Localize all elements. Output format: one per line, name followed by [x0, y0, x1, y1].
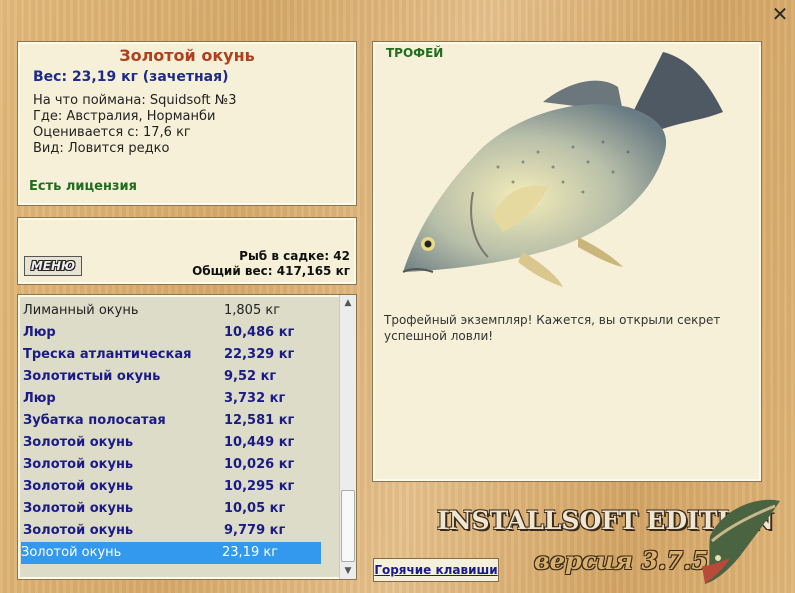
catch-name: Золотой окунь [23, 479, 134, 494]
catch-name: Золотой окунь [23, 457, 134, 472]
fish-info-panel: Золотой окунь Вес: 23,19 кг (зачетная) Н… [17, 41, 357, 206]
keepnet-panel: МЕНЮ Рыб в садке: 42 Общий вес: 417,165 … [17, 217, 357, 285]
catch-name: Золотистый окунь [23, 369, 161, 384]
hotkeys-button[interactable]: Горячие клавиши [373, 558, 499, 582]
catch-row[interactable]: Зубатка полосатая 12,581 кг [23, 410, 318, 432]
trophy-panel: ТРОФЕЙ Трофейный экземпляр! Кажется, вы … [372, 41, 762, 482]
catch-row[interactable]: Золотистый окунь 9,52 кг [23, 366, 318, 388]
catch-name: Люр [23, 325, 56, 340]
total-weight: Общий вес: 417,165 кг [192, 264, 350, 278]
catch-name: Зубатка полосатая [23, 413, 166, 428]
selected-catch-row[interactable]: Золотой окунь 23,19 кг [21, 542, 321, 564]
catch-name: Треска атлантическая [23, 347, 192, 362]
catch-name: Золотой окунь [21, 545, 122, 560]
catch-weight: 12,581 кг [224, 413, 295, 428]
catch-weight: 10,486 кг [224, 325, 295, 340]
catch-name: Золотой окунь [23, 501, 134, 516]
catch-weight: 10,05 кг [224, 501, 286, 516]
catch-name: Золотой окунь [23, 523, 134, 538]
fish-title: Золотой окунь [119, 46, 255, 65]
catch-name: Лиманный окунь [23, 303, 139, 318]
fish-image [402, 52, 723, 287]
close-icon[interactable]: ✕ [770, 4, 790, 24]
menu-button[interactable]: МЕНЮ [24, 256, 82, 276]
fish-weight: Вес: 23,19 кг (зачетная) [33, 69, 229, 85]
catch-weight: 22,329 кг [224, 347, 295, 362]
catch-row[interactable]: Золотой окунь 9,779 кг [23, 520, 318, 542]
catch-name: Золотой окунь [23, 435, 134, 450]
value-info: Оценивается с: 17,6 кг [33, 125, 191, 140]
catch-row[interactable]: Люр 3,732 кг [23, 388, 318, 410]
scroll-down-icon[interactable]: ▼ [340, 563, 356, 579]
catch-weight: 1,805 кг [224, 303, 281, 318]
catch-row[interactable]: Треска атлантическая 22,329 кг [23, 344, 318, 366]
catch-weight: 10,449 кг [224, 435, 295, 450]
fish-count: Рыб в садке: 42 [239, 249, 350, 263]
catch-list: Лиманный окунь 1,805 кг Люр 10,486 кг Треска… [17, 294, 357, 580]
version-label: версия 3.7.5 [534, 546, 709, 575]
catch-row[interactable]: Лиманный окунь 1,805 кг [23, 300, 318, 322]
bait-info: На что поймана: Squidsoft №3 [33, 93, 237, 108]
catch-weight: 10,295 кг [224, 479, 295, 494]
catch-row[interactable]: Золотой окунь 10,026 кг [23, 454, 318, 476]
catch-row[interactable]: Золотой окунь 10,449 кг [23, 432, 318, 454]
scroll-thumb[interactable] [341, 490, 355, 562]
location-info: Где: Австралия, Норманби [33, 109, 216, 124]
scrollbar[interactable]: ▲ ▼ [339, 295, 356, 579]
pike-logo-icon [702, 499, 780, 584]
catch-weight: 9,779 кг [224, 523, 286, 538]
scroll-up-icon[interactable]: ▲ [340, 295, 356, 311]
catch-row[interactable]: Золотой окунь 10,05 кг [23, 498, 318, 520]
license-status: Есть лицензия [29, 179, 137, 194]
catch-weight: 3,732 кг [224, 391, 286, 406]
kind-info: Вид: Ловится редко [33, 141, 170, 156]
catch-row[interactable]: Золотой окунь 10,295 кг [23, 476, 318, 498]
catch-name: Люр [23, 391, 56, 406]
catch-weight: 9,52 кг [224, 369, 277, 384]
catch-weight: 23,19 кг [222, 545, 279, 560]
catch-weight: 10,026 кг [224, 457, 295, 472]
catch-row[interactable]: Люр 10,486 кг [23, 322, 318, 344]
trophy-description: Трофейный экземпляр! Кажется, вы открыли… [384, 313, 721, 343]
